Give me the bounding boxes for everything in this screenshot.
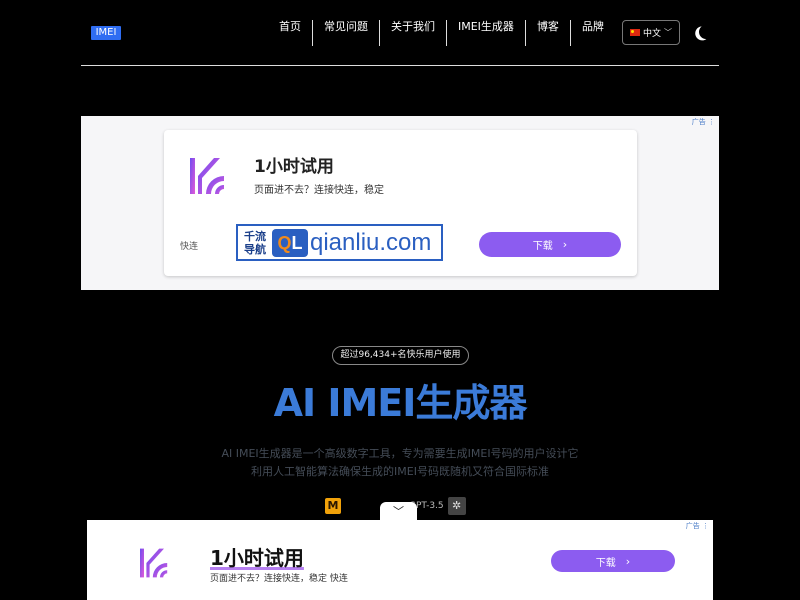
openai-icon: ✲ <box>447 497 466 515</box>
site-logo[interactable]: IMEI <box>91 26 121 40</box>
qianliu-banner[interactable]: 千流 导航 QL qianliu.com <box>236 224 443 261</box>
moon-icon[interactable] <box>697 23 715 41</box>
language-label: 中文 <box>642 29 661 39</box>
ad-banner-bottom[interactable]: 广告 ⋮ 1小时试用 页面进不去？连接快连，稳定 快连 下载 › <box>87 520 713 600</box>
kuailian-logo-icon <box>190 158 224 194</box>
nav-imei-generator[interactable]: IMEI生成器 <box>447 20 525 46</box>
ad-subtitle: 页面进不去？连接快连，稳定 快连 <box>210 574 348 584</box>
chevron-right-icon: › <box>625 554 631 568</box>
page-title: AI IMEI生成器 <box>273 381 528 425</box>
ad-banner-top: 广告 ⋮ 1小时试用 页面进不去？连接快连，稳定 快连 千流 导航 QL qia… <box>81 116 719 290</box>
main-nav: 首页 常见问题 关于我们 IMEI生成器 博客 品牌 <box>268 20 615 46</box>
ad-title: 1小时试用 <box>254 157 334 177</box>
chevron-right-icon: › <box>562 238 568 251</box>
header-divider <box>81 65 719 66</box>
download-button[interactable]: 下载 › <box>479 232 621 257</box>
ad-title: 1小时试用 <box>210 546 304 570</box>
nav-about[interactable]: 关于我们 <box>380 20 446 46</box>
ad-subtitle: 页面进不去？连接快连，稳定 <box>254 185 384 196</box>
chevron-down-icon[interactable]: ﹀ <box>380 502 417 522</box>
download-button[interactable]: 下载 › <box>551 550 675 572</box>
model-m-icon: M <box>325 498 341 514</box>
qianliu-domain: qianliu.com <box>310 228 432 256</box>
nav-faq[interactable]: 常见问题 <box>313 20 379 46</box>
ad-label[interactable]: 广告 ⋮ <box>686 521 709 531</box>
language-selector[interactable]: 中文 ﹀ <box>622 20 680 45</box>
nav-brands[interactable]: 品牌 <box>571 20 615 46</box>
ql-logo: QL <box>272 228 308 257</box>
chevron-down-icon: ﹀ <box>664 28 672 37</box>
ad-card[interactable]: 1小时试用 页面进不去？连接快连，稳定 快连 千流 导航 QL qianliu.… <box>164 130 637 276</box>
nav-blog[interactable]: 博客 <box>526 20 570 46</box>
ad-brand-name: 快连 <box>180 242 199 252</box>
ad-label[interactable]: 广告 ⋮ <box>692 117 715 127</box>
nav-home[interactable]: 首页 <box>268 20 312 46</box>
hero-description: AI IMEI生成器是一个高级数字工具，专为需要生成IMEI号码的用户设计它 利… <box>221 447 579 478</box>
china-flag-icon <box>629 29 640 36</box>
kuailian-logo-icon <box>140 548 168 578</box>
user-count-badge: 超过96,434+名快乐用户使用 <box>332 346 469 365</box>
qianliu-cn-text: 千流 导航 <box>244 229 266 256</box>
